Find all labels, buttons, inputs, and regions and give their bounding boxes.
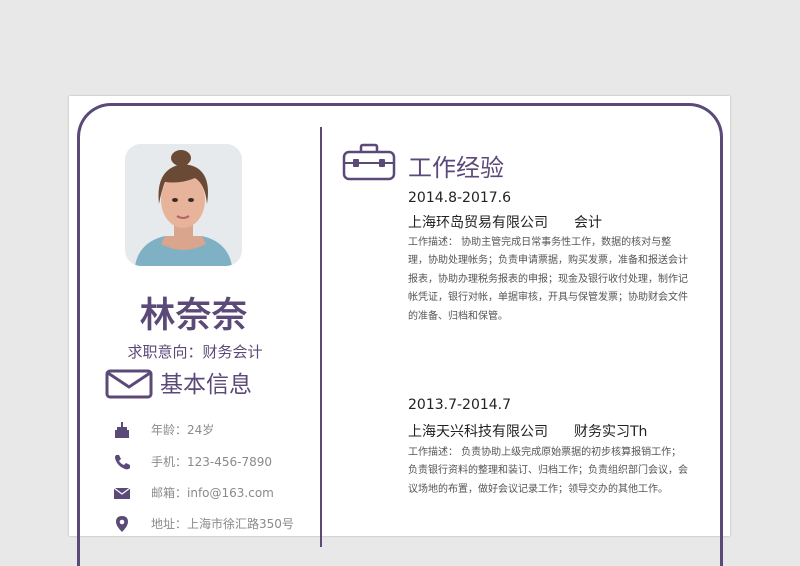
location-icon (113, 515, 131, 533)
job-description: 工作描述： 负责协助上级完成原始票据的初步核算报销工作；负责银行资料的整理和装订… (408, 447, 688, 495)
job-company-line: 上海环岛贸易有限公司 会计 (408, 212, 602, 232)
profile-photo (125, 144, 242, 266)
job-date: 2014.8-2017.6 (408, 190, 512, 206)
column-divider (320, 127, 322, 547)
resume-page: 林奈奈 求职意向：财务会计 基本信息 年龄：24岁 手机：123-456-789… (69, 96, 730, 566)
job-role: 会计 (574, 215, 602, 231)
briefcase-icon (342, 143, 396, 181)
job-role: 财务实习Th (574, 424, 648, 440)
job-company-line: 上海天兴科技有限公司 财务实习Th (408, 421, 647, 441)
envelope-icon (105, 369, 153, 399)
job-company: 上海天兴科技有限公司 (408, 424, 548, 440)
candidate-name: 林奈奈 (139, 296, 248, 336)
cake-icon (113, 421, 131, 439)
mail-icon (113, 484, 131, 502)
job-intent: 求职意向：财务会计 (127, 343, 263, 361)
basic-info-title: 基本信息 (160, 372, 252, 398)
job-date: 2013.7-2014.7 (408, 397, 512, 413)
phone-icon (113, 453, 131, 471)
work-experience-title: 工作经验 (408, 154, 504, 182)
info-phone-text: 手机：123-456-7890 (151, 455, 273, 469)
info-email-text: 邮箱：info@163.com (151, 486, 274, 500)
info-age-text: 年龄：24岁 (151, 423, 215, 437)
job-company: 上海环岛贸易有限公司 (408, 215, 548, 231)
job-description: 工作描述： 协助主管完成日常事务性工作，数据的核对与整理，协助处理帐务；负责申请… (408, 237, 688, 322)
info-address-text: 地址：上海市徐汇路350号 (151, 517, 294, 531)
